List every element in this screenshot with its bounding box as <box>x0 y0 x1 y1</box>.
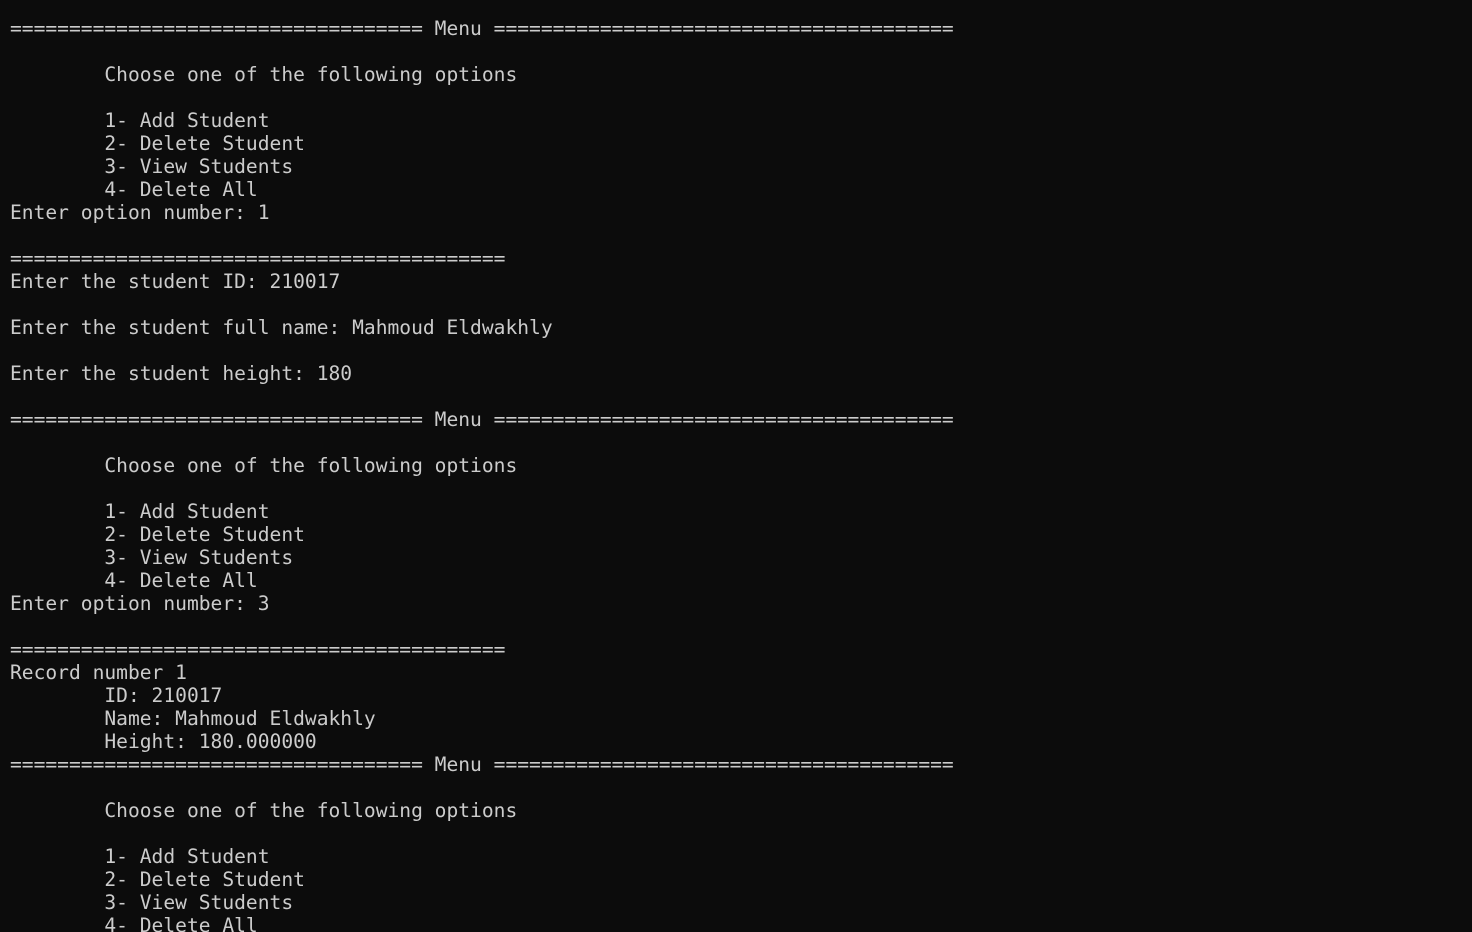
student-id-input-line: Enter the student ID: 210017 <box>10 270 341 293</box>
menu-option-delete-all: 4- Delete All <box>10 914 258 932</box>
menu-separator: =================================== Menu… <box>10 753 954 776</box>
section-separator: ========================================… <box>10 638 506 661</box>
menu-option-add: 1- Add Student <box>10 845 270 868</box>
menu-separator: =================================== Menu… <box>10 17 954 40</box>
menu-option-delete: 2- Delete Student <box>10 132 305 155</box>
record-height: Height: 180.000000 <box>10 730 317 753</box>
menu-prompt: Choose one of the following options <box>10 63 518 86</box>
menu-option-add: 1- Add Student <box>10 500 270 523</box>
menu-option-delete-all: 4- Delete All <box>10 178 258 201</box>
option-input-line: Enter option number: 3 <box>10 592 270 615</box>
section-separator: ========================================… <box>10 247 506 270</box>
student-height-input-line: Enter the student height: 180 <box>10 362 353 385</box>
menu-prompt: Choose one of the following options <box>10 799 518 822</box>
record-id: ID: 210017 <box>10 684 223 707</box>
menu-option-view: 3- View Students <box>10 155 294 178</box>
menu-option-delete-all: 4- Delete All <box>10 569 258 592</box>
menu-prompt: Choose one of the following options <box>10 454 518 477</box>
student-name-input-line: Enter the student full name: Mahmoud Eld… <box>10 316 553 339</box>
menu-option-add: 1- Add Student <box>10 109 270 132</box>
option-input-line: Enter option number: 1 <box>10 201 270 224</box>
record-header: Record number 1 <box>10 661 187 684</box>
record-name: Name: Mahmoud Eldwakhly <box>10 707 376 730</box>
menu-separator: =================================== Menu… <box>10 408 954 431</box>
console-output[interactable]: =================================== Menu… <box>0 0 1472 932</box>
menu-option-view: 3- View Students <box>10 891 294 914</box>
menu-option-view: 3- View Students <box>10 546 294 569</box>
menu-option-delete: 2- Delete Student <box>10 868 305 891</box>
menu-option-delete: 2- Delete Student <box>10 523 305 546</box>
